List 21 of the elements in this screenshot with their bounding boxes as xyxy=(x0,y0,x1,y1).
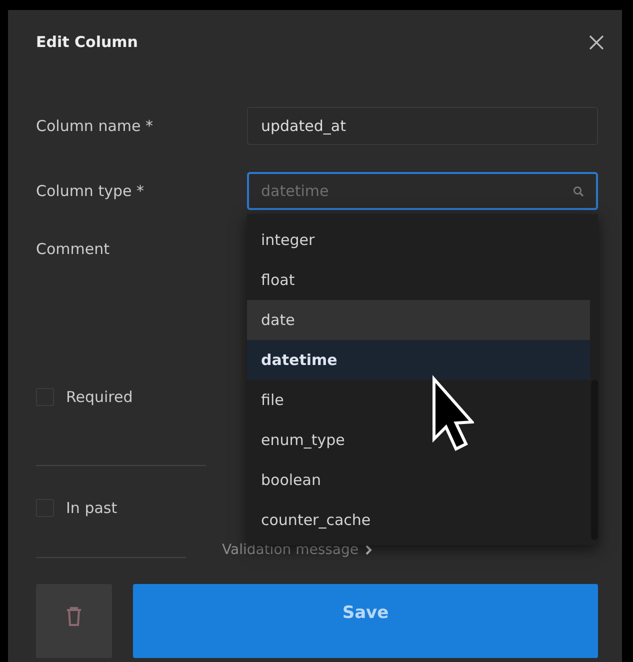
type-option[interactable]: file xyxy=(247,380,590,420)
scrollbar[interactable] xyxy=(591,380,598,540)
type-option[interactable]: integer xyxy=(247,220,590,260)
type-option[interactable]: counter_cache xyxy=(247,500,590,540)
dialog-title: Edit Column xyxy=(36,33,138,51)
chevron-icon xyxy=(364,545,372,555)
search-icon xyxy=(573,186,584,197)
type-option[interactable]: boolean xyxy=(247,460,590,500)
name-field[interactable]: updated_at xyxy=(247,107,598,145)
field-label: Column type * xyxy=(36,182,145,200)
field-label: Comment xyxy=(36,240,110,258)
type-option[interactable]: enum_type xyxy=(247,420,590,460)
type-option[interactable]: float xyxy=(247,260,590,300)
field-label: Column name * xyxy=(36,117,154,135)
type-option[interactable]: date xyxy=(247,300,590,340)
type-option[interactable]: datetime xyxy=(247,340,590,380)
type-search-field[interactable]: datetime xyxy=(247,172,598,210)
checkbox-label: In past xyxy=(66,499,118,517)
checkbox-label: Required xyxy=(66,388,133,406)
delete-button[interactable] xyxy=(36,584,112,658)
trash-icon xyxy=(65,606,83,626)
